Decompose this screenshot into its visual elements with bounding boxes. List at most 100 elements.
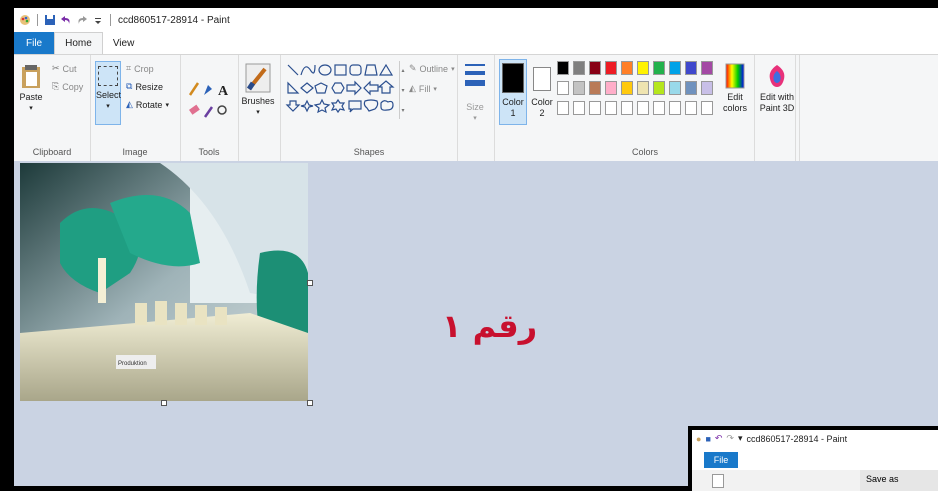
color-swatch[interactable] xyxy=(557,61,569,75)
color-swatch[interactable] xyxy=(573,81,585,95)
color-swatch[interactable] xyxy=(621,61,633,75)
color-swatch[interactable] xyxy=(653,81,665,95)
group-label-shapes: Shapes xyxy=(353,147,385,157)
color2-label-line2: 2 xyxy=(539,108,545,118)
custom-color-slot[interactable] xyxy=(637,101,649,115)
six-point-star-shape-icon xyxy=(330,98,346,114)
custom-color-slot[interactable] xyxy=(653,101,665,115)
paste-dropdown-arrow: ▾ xyxy=(29,105,33,112)
color-swatch[interactable] xyxy=(701,61,713,75)
color-swatch[interactable] xyxy=(669,61,681,75)
color-picker-icon[interactable] xyxy=(203,106,214,118)
inset-tab-file: File xyxy=(704,452,738,468)
tab-file[interactable]: File xyxy=(14,32,55,54)
color-swatch[interactable] xyxy=(557,81,569,95)
oval-shape-icon xyxy=(318,64,332,76)
inset-customize-icon: ▾ xyxy=(737,433,743,443)
redo-icon[interactable] xyxy=(75,13,89,27)
select-rect-icon xyxy=(98,66,118,86)
undo-icon[interactable] xyxy=(59,13,73,27)
color2-button[interactable]: Color 2 xyxy=(529,59,555,119)
custom-color-slot[interactable] xyxy=(669,101,681,115)
color-swatch[interactable] xyxy=(573,61,585,75)
paste-label: Paste xyxy=(19,92,43,102)
edit-with-paint3d-button[interactable]: Edit with Paint 3D xyxy=(759,63,795,114)
tools-group: A Tools xyxy=(180,55,239,161)
save-icon[interactable] xyxy=(43,13,57,27)
resize-button[interactable]: ⧉ Resize xyxy=(126,81,163,92)
tab-view[interactable]: View xyxy=(103,32,145,54)
canvas-image[interactable]: Produktion xyxy=(20,163,308,401)
photo-label: Produktion xyxy=(118,361,147,367)
tools-icons: A xyxy=(188,82,229,118)
crop-button[interactable]: ⌗ Crop xyxy=(126,63,154,74)
cloud-callout-shape-icon xyxy=(380,100,394,111)
color-swatch[interactable] xyxy=(605,81,617,95)
hexagon-shape-icon xyxy=(331,82,345,94)
rotate-button[interactable]: ◭ Rotate ▾ xyxy=(126,99,169,110)
shapes-gallery[interactable] xyxy=(285,61,397,121)
copy-icon: ⎘ xyxy=(52,81,60,91)
select-button[interactable]: Select ▾ xyxy=(95,61,121,125)
paint-app-icon[interactable] xyxy=(18,13,32,27)
window-title: ccd860517-28914 - Paint xyxy=(118,14,230,26)
fill-bucket-icon[interactable] xyxy=(204,85,212,95)
paste-button[interactable]: Paste ▾ xyxy=(18,63,44,114)
custom-color-slot[interactable] xyxy=(605,101,617,115)
select-label: Select xyxy=(96,90,122,100)
overlay-arabic-number: رقم ١ xyxy=(442,307,538,345)
eraser-icon[interactable] xyxy=(189,104,200,115)
text-tool-icon[interactable]: A xyxy=(218,84,229,99)
color1-label-line2: 1 xyxy=(510,108,516,118)
edit-colors-label-line1: Edit xyxy=(727,92,743,102)
test-tube xyxy=(98,258,106,303)
fill-button[interactable]: ◭ Fill ▾ xyxy=(409,83,437,94)
rounded-rectangle-shape-icon xyxy=(349,64,362,76)
edit-colors-button[interactable]: Edit colors xyxy=(721,63,749,114)
size-button[interactable]: Size ▾ xyxy=(460,61,490,124)
resize-handle-bottom[interactable] xyxy=(161,400,167,406)
color-swatch[interactable] xyxy=(669,81,681,95)
rectangle-shape-icon xyxy=(334,64,347,76)
magnifier-icon[interactable] xyxy=(217,105,227,115)
color-swatch[interactable] xyxy=(605,61,617,75)
customize-toolbar-icon[interactable] xyxy=(91,13,105,27)
color-swatch[interactable] xyxy=(637,81,649,95)
diamond-shape-icon xyxy=(300,82,314,94)
custom-color-slot[interactable] xyxy=(701,101,713,115)
select-dropdown-arrow: ▾ xyxy=(106,103,110,110)
custom-color-slot[interactable] xyxy=(685,101,697,115)
color-swatch[interactable] xyxy=(589,61,601,75)
shapes-scroll[interactable]: ▴ ▾ ▾ xyxy=(399,61,406,119)
custom-color-slot[interactable] xyxy=(573,101,585,115)
custom-color-slot[interactable] xyxy=(589,101,601,115)
polygon-shape-icon xyxy=(364,64,378,76)
custom-color-slot[interactable] xyxy=(621,101,633,115)
tab-home[interactable]: Home xyxy=(54,32,103,54)
paint-window: ccd860517-28914 - Paint File Home View P… xyxy=(14,8,938,486)
color-swatch[interactable] xyxy=(685,81,697,95)
copy-button[interactable]: ⎘ Copy xyxy=(52,81,83,92)
color-swatch[interactable] xyxy=(621,81,633,95)
color-swatch[interactable] xyxy=(685,61,697,75)
inset-screenshot: ● ■ ↶ ↷ ▾ ccd860517-28914 - Paint File S… xyxy=(688,426,938,491)
color-swatch[interactable] xyxy=(701,81,713,95)
resize-handle-corner[interactable] xyxy=(307,400,313,406)
brushes-button[interactable]: Brushes ▾ xyxy=(240,63,276,118)
color1-button[interactable]: Color 1 xyxy=(499,59,527,125)
right-triangle-shape-icon xyxy=(287,81,300,94)
color-swatch[interactable] xyxy=(637,61,649,75)
color-swatch[interactable] xyxy=(653,61,665,75)
inset-paint-app-icon: ● xyxy=(696,433,702,444)
copy-label: Copy xyxy=(62,81,84,92)
color-swatch[interactable] xyxy=(589,81,601,95)
colors-group: Color 1 Color 2 Edit colors Colors xyxy=(494,55,796,161)
ribbon: Paste ▾ ✂ Cut ⎘ Copy Clipboard Select ▾ ⌗ C… xyxy=(14,54,938,162)
pencil-icon[interactable] xyxy=(188,82,200,96)
down-arrow-shape-icon xyxy=(285,100,301,112)
custom-color-slot[interactable] xyxy=(557,101,569,115)
size-icon xyxy=(465,64,485,86)
cut-button[interactable]: ✂ Cut xyxy=(52,63,77,74)
outline-button[interactable]: ✎ Outline ▾ xyxy=(409,63,455,74)
resize-handle-right[interactable] xyxy=(307,280,313,286)
